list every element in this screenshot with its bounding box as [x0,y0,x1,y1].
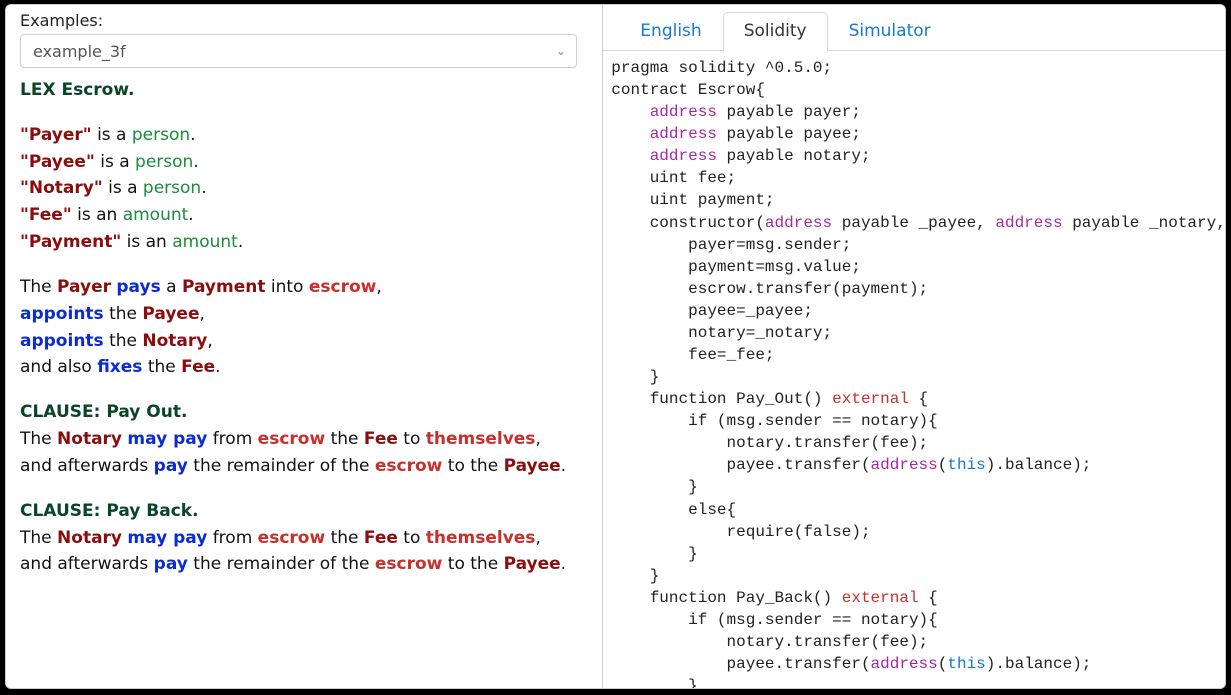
escrow-line-1: The Payer pays a Payment into escrow, [20,275,588,301]
code-line: address payable notary; [611,145,1225,167]
code-line: if (msg.sender == notary){ [611,609,1225,631]
clause-payout-line-1: The Notary may pay from escrow the Fee t… [20,427,588,453]
definition-line: "Payment" is an amount. [20,230,588,256]
code-line: payer=msg.sender; [611,234,1225,256]
examples-label: Examples: [20,11,588,30]
code-line: } [611,366,1225,388]
solidity-code[interactable]: pragma solidity ^0.5.0;contract Escrow{ … [603,51,1225,688]
code-line: uint payment; [611,189,1225,211]
code-line: } [611,675,1225,688]
code-line: escrow.transfer(payment); [611,278,1225,300]
definition-line: "Payer" is a person. [20,123,588,149]
app-root: Examples: example_3f ⌄ LEX Escrow. "Paye… [5,4,1226,689]
definition-line: "Notary" is a person. [20,176,588,202]
code-line: require(false); [611,521,1225,543]
code-line: payment=msg.value; [611,256,1225,278]
clause-payback-heading: CLAUSE: Pay Back. [20,499,588,525]
code-line: payee=_payee; [611,300,1225,322]
tab-solidity[interactable]: Solidity [723,12,828,51]
escrow-line-4: and also fixes the Fee. [20,355,588,381]
tab-english[interactable]: English [619,12,722,51]
code-line: function Pay_Back() external { [611,587,1225,609]
code-line: notary.transfer(fee); [611,631,1225,653]
examples-selected-value: example_3f [33,42,126,61]
code-line: } [611,565,1225,587]
code-line: uint fee; [611,167,1225,189]
code-line: payee.transfer(address(this).balance); [611,653,1225,675]
code-line: } [611,476,1225,498]
clause-payback-line-1: The Notary may pay from escrow the Fee t… [20,526,588,552]
code-line: payee.transfer(address(this).balance); [611,454,1225,476]
examples-dropdown[interactable]: example_3f ⌄ [20,34,577,68]
clause-payback-line-2: and afterwards pay the remainder of the … [20,552,588,578]
code-line: notary.transfer(fee); [611,432,1225,454]
escrow-line-3: appoints the Notary, [20,329,588,355]
code-line: if (msg.sender == notary){ [611,410,1225,432]
clause-payout-line-2: and afterwards pay the remainder of the … [20,454,588,480]
lex-pane: Examples: example_3f ⌄ LEX Escrow. "Paye… [6,5,603,688]
code-line: address payable payer; [611,101,1225,123]
code-line: function Pay_Out() external { [611,388,1225,410]
escrow-line-2: appoints the Payee, [20,302,588,328]
chevron-down-icon: ⌄ [556,44,566,58]
code-line: pragma solidity ^0.5.0; [611,57,1225,79]
code-line: else{ [611,499,1225,521]
definition-line: "Payee" is a person. [20,150,588,176]
lex-text-body: LEX Escrow. "Payer" is a person."Payee" … [20,78,588,578]
tab-bar: English Solidity Simulator [603,5,1225,51]
code-line: notary=_notary; [611,322,1225,344]
code-line: } [611,543,1225,565]
code-pane: English Solidity Simulator pragma solidi… [603,5,1225,688]
code-line: fee=_fee; [611,344,1225,366]
definition-line: "Fee" is an amount. [20,203,588,229]
lex-title: LEX Escrow. [20,78,588,104]
clause-payout-heading: CLAUSE: Pay Out. [20,400,588,426]
code-line: contract Escrow{ [611,79,1225,101]
tab-simulator[interactable]: Simulator [828,12,952,51]
code-line: address payable payee; [611,123,1225,145]
code-line: constructor(address payable _payee, addr… [611,212,1225,234]
